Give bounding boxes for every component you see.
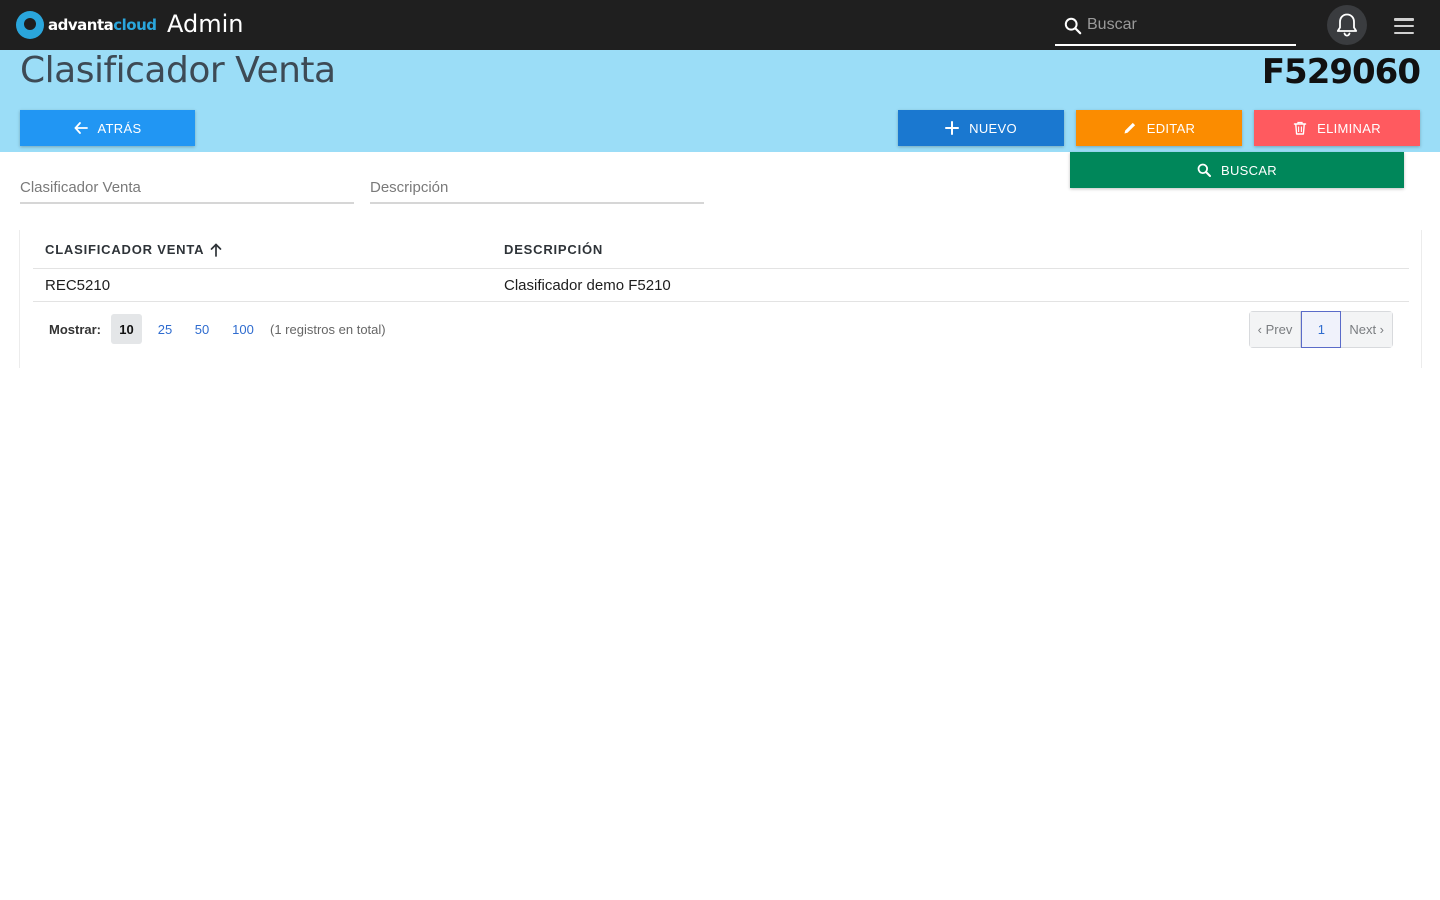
advantacloud-logo[interactable]: advantacloud xyxy=(16,11,157,39)
global-search[interactable] xyxy=(1055,5,1296,46)
results-table: CLASIFICADOR VENTA DESCRIPCIÓN REC5210 C… xyxy=(19,230,1422,368)
trash-icon xyxy=(1293,121,1307,135)
back-button-label: ATRÁS xyxy=(97,120,142,136)
table-footer: Mostrar: 10 25 50 100 (1 registros en to… xyxy=(33,311,1409,349)
clasificador-filter-input[interactable] xyxy=(20,172,354,202)
column-header-descripcion[interactable]: DESCRIPCIÓN xyxy=(504,242,603,257)
program-code: F529060 xyxy=(1261,52,1421,92)
page-title: Clasificador Venta xyxy=(20,50,336,91)
cell-clasificador: REC5210 xyxy=(45,277,111,294)
total-records-text: (1 registros en total) xyxy=(270,322,386,337)
column-header-clasificador[interactable]: CLASIFICADOR VENTA xyxy=(45,242,222,257)
cell-descripcion: Clasificador demo F5210 xyxy=(504,277,671,294)
page-size-50[interactable]: 50 xyxy=(189,314,215,344)
hamburger-menu-icon[interactable] xyxy=(1394,18,1414,34)
page-1-button[interactable]: 1 xyxy=(1301,311,1342,348)
page-size-label: Mostrar: xyxy=(49,322,102,337)
plus-icon xyxy=(945,121,960,135)
delete-button-label: ELIMINAR xyxy=(1317,120,1381,136)
arrow-left-icon xyxy=(74,122,88,134)
descripcion-filter-input[interactable] xyxy=(370,172,704,202)
table-header: CLASIFICADOR VENTA DESCRIPCIÓN xyxy=(33,230,1409,269)
new-button[interactable]: NUEVO xyxy=(898,110,1064,146)
new-button-label: NUEVO xyxy=(969,120,1017,136)
column-header-descripcion-label: DESCRIPCIÓN xyxy=(504,242,604,257)
search-button-label: BUSCAR xyxy=(1221,162,1277,178)
search-input[interactable] xyxy=(1087,13,1287,37)
next-page-button[interactable]: Next › xyxy=(1341,312,1392,347)
column-header-clasificador-label: CLASIFICADOR VENTA xyxy=(45,242,205,257)
logo-text-part1: advanta xyxy=(48,16,114,34)
pencil-icon xyxy=(1124,122,1135,134)
clasificador-filter-field xyxy=(20,172,354,204)
page-size-10[interactable]: 10 xyxy=(111,314,142,344)
edit-button[interactable]: EDITAR xyxy=(1076,110,1242,146)
search-icon xyxy=(1197,163,1211,177)
edit-button-label: EDITAR xyxy=(1146,120,1196,136)
pagination: ‹ Prev 1 Next › xyxy=(1248,311,1393,348)
logo-text-part2: cloud xyxy=(113,16,157,34)
sort-ascending-arrow-icon xyxy=(210,243,222,257)
logo-mark-icon xyxy=(16,11,44,39)
search-button[interactable]: BUSCAR xyxy=(1070,152,1404,188)
prev-page-button[interactable]: ‹ Prev xyxy=(1249,312,1302,347)
search-icon xyxy=(1064,17,1082,35)
delete-button[interactable]: ELIMINAR xyxy=(1254,110,1420,146)
table-row[interactable]: REC5210 Clasificador demo F5210 xyxy=(33,269,1409,302)
page-size-100[interactable]: 100 xyxy=(226,314,260,344)
page-size-25[interactable]: 25 xyxy=(152,314,178,344)
back-button[interactable]: ATRÁS xyxy=(20,110,195,146)
logo-text: advantacloud xyxy=(48,16,157,34)
descripcion-filter-field xyxy=(370,172,704,204)
app-title: Admin xyxy=(167,10,244,38)
top-navbar: advantacloud Admin xyxy=(0,0,1440,50)
bell-icon xyxy=(1336,13,1358,37)
notifications-button[interactable] xyxy=(1327,5,1367,45)
